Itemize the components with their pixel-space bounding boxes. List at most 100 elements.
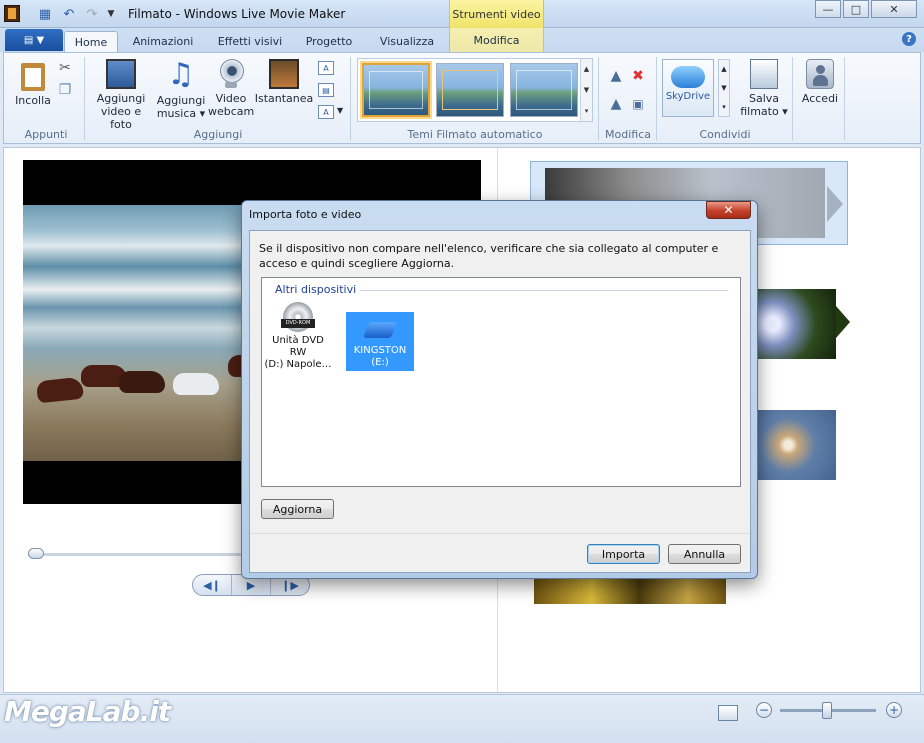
- group-separator: [350, 57, 351, 141]
- webcam-label-line2: webcam: [208, 105, 255, 118]
- status-bar: MegaLab.it − +: [0, 694, 924, 743]
- group-separator: [844, 57, 845, 141]
- add-music-label-line1: Aggiungi: [156, 94, 206, 107]
- webcam-video-button[interactable]: Video webcam: [208, 59, 254, 118]
- tab-progetto[interactable]: Progetto: [298, 31, 360, 52]
- undo-icon[interactable]: ↶: [60, 5, 78, 23]
- skydrive-share-button[interactable]: SkyDrive: [662, 59, 714, 117]
- gallery-down-icon[interactable]: ▼: [584, 86, 589, 94]
- clip-arrow-icon: [836, 306, 850, 338]
- thumbnail-size-icon[interactable]: [718, 705, 738, 721]
- copy-icon[interactable]: ❐: [56, 81, 74, 99]
- snapshot-icon: [269, 59, 299, 89]
- cancel-button[interactable]: Annulla: [668, 544, 741, 564]
- tab-animazioni[interactable]: Animazioni: [124, 31, 202, 52]
- add-video-label-line1: Aggiungi: [96, 92, 146, 105]
- import-dialog: Importa foto e video ✕ Se il dispositivo…: [241, 200, 758, 579]
- storyboard-clip-thumbnail[interactable]: [534, 576, 726, 604]
- gallery-scroll[interactable]: ▲ ▼ ▾: [580, 59, 592, 121]
- skydrive-label: SkyDrive: [665, 91, 711, 102]
- group-label-condividi: Condividi: [699, 128, 751, 141]
- add-music-label-line2: musica: [156, 107, 197, 120]
- sign-in-button[interactable]: Accedi: [798, 59, 842, 105]
- tab-effetti-visivi[interactable]: Effetti visivi: [208, 31, 292, 52]
- paste-button[interactable]: Incolla: [12, 59, 54, 107]
- theme-thumbnail[interactable]: [436, 63, 504, 117]
- snapshot-button[interactable]: Istantanea: [254, 59, 314, 105]
- dialog-footer: Importa Annulla: [250, 533, 750, 573]
- minimize-button[interactable]: —: [815, 0, 841, 18]
- group-divider: [360, 290, 728, 291]
- maximize-button[interactable]: □: [843, 0, 869, 18]
- megalab-watermark: MegaLab.it: [4, 695, 171, 728]
- share-gallery-scroll[interactable]: ▲ ▼ ▾: [718, 59, 730, 117]
- import-button[interactable]: Importa: [587, 544, 660, 564]
- quick-access-dropdown-icon[interactable]: ▼: [102, 5, 120, 23]
- add-music-button[interactable]: ♫ Aggiungi musica ▾: [154, 57, 208, 121]
- group-separator: [656, 57, 657, 141]
- clipboard-icon: [19, 59, 47, 91]
- remove-icon[interactable]: ✖: [629, 67, 647, 85]
- group-separator: [792, 57, 793, 141]
- cut-icon[interactable]: ✂: [56, 59, 74, 77]
- horse-shape: [35, 376, 85, 404]
- dialog-close-button[interactable]: ✕: [706, 201, 751, 219]
- application-menu-button[interactable]: ▤ ▼: [5, 29, 63, 51]
- theme-thumbnail[interactable]: [510, 63, 578, 117]
- webcam-icon: [218, 59, 244, 89]
- auto-movie-theme-gallery: ▲ ▼ ▾: [357, 58, 593, 122]
- caption-icon[interactable]: ▤: [318, 83, 334, 97]
- group-separator: [598, 57, 599, 141]
- group-label-temi: Temi Filmato automatico: [407, 128, 543, 141]
- credits-icon[interactable]: A: [318, 105, 334, 119]
- horse-shape: [173, 373, 219, 395]
- seek-handle[interactable]: [28, 548, 44, 559]
- group-label-appunti: Appunti: [24, 128, 68, 141]
- previous-frame-button[interactable]: ◀❙: [193, 575, 232, 595]
- device-dvd-drive[interactable]: DVD-ROM Unità DVD RW (D:) Napole…: [264, 302, 332, 371]
- tab-home[interactable]: Home: [64, 31, 118, 52]
- usb-drive-icon: [363, 322, 397, 338]
- refresh-button[interactable]: Aggiorna: [261, 499, 334, 519]
- dvd-drive-icon: DVD-ROM: [281, 302, 315, 332]
- add-video-photo-button[interactable]: Aggiungi video e foto: [90, 59, 152, 131]
- user-icon: [806, 59, 834, 89]
- theme-thumbnail[interactable]: [362, 63, 430, 117]
- save-movie-icon: [750, 59, 778, 89]
- group-separator: [84, 57, 85, 141]
- dialog-message: Se il dispositivo non compare nell'elenc…: [259, 242, 719, 270]
- save-movie-button[interactable]: Salva filmato ▾: [738, 59, 790, 118]
- zoom-in-icon[interactable]: +: [886, 702, 902, 718]
- dialog-body: Se il dispositivo non compare nell'elenc…: [249, 230, 751, 573]
- select-all-icon[interactable]: ▣: [629, 95, 647, 113]
- close-button[interactable]: ✕: [871, 0, 917, 18]
- clip-arrow-icon: [827, 186, 843, 222]
- dialog-title: Importa foto e video: [249, 208, 362, 221]
- redo-icon[interactable]: ↷: [83, 5, 101, 23]
- device-usb-kingston[interactable]: KINGSTON (E:): [346, 312, 414, 371]
- film-photo-icon: [106, 59, 136, 89]
- music-note-icon: ♫: [167, 57, 195, 92]
- seek-track[interactable]: [28, 553, 243, 556]
- title-icon[interactable]: A: [318, 61, 334, 75]
- rotate-right-icon[interactable]: ▲: [607, 95, 625, 113]
- zoom-out-icon[interactable]: −: [756, 702, 772, 718]
- ribbon: Incolla ✂ ❐ Appunti Aggiungi video e fot…: [3, 52, 921, 144]
- movie-maker-app-icon[interactable]: [4, 5, 20, 22]
- save-icon[interactable]: ▦: [36, 5, 54, 23]
- window-title: Filmato - Windows Live Movie Maker: [128, 7, 346, 21]
- dvd-icon-text: DVD-ROM: [281, 319, 315, 328]
- zoom-slider-thumb[interactable]: [822, 702, 832, 719]
- device-label-line2: (D:) Napole…: [264, 359, 332, 370]
- rotate-left-icon[interactable]: ▲: [607, 67, 625, 85]
- ribbon-tab-row: ▤ ▼ Home Animazioni Effetti visivi Proge…: [0, 28, 924, 52]
- help-icon[interactable]: ?: [902, 32, 916, 46]
- credits-dropdown-icon[interactable]: ▼: [337, 106, 343, 115]
- device-group-label: Altri dispositivi: [275, 283, 357, 296]
- tab-visualizza[interactable]: Visualizza: [366, 31, 448, 52]
- device-list[interactable]: Altri dispositivi DVD-ROM Unità DVD RW (…: [261, 277, 741, 487]
- tab-modifica[interactable]: Modifica: [449, 28, 544, 52]
- save-movie-label-line2: filmato: [740, 105, 779, 118]
- gallery-up-icon[interactable]: ▲: [584, 65, 589, 73]
- gallery-expand-icon[interactable]: ▾: [585, 107, 589, 115]
